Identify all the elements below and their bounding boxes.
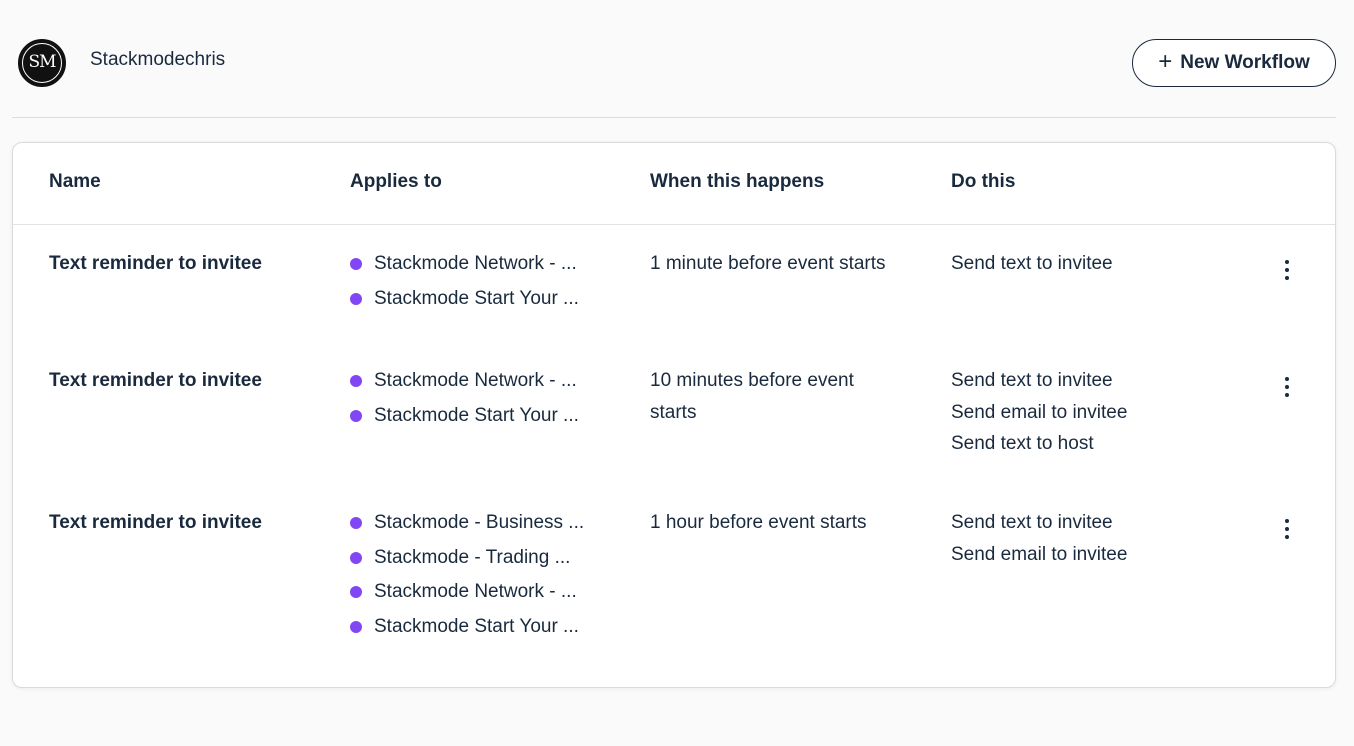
action-item: Send text to invitee	[951, 253, 1113, 274]
workflow-name[interactable]: Text reminder to invitee	[49, 507, 262, 539]
event-type-label: Stackmode Network - ...	[374, 370, 577, 391]
action-item: Send text to host	[951, 433, 1094, 454]
actions-list: Send text to invitee	[951, 248, 1211, 280]
action-item: Send email to invitee	[951, 401, 1128, 423]
applies-to-list: Stackmode Network - ... Stackmode Start …	[350, 365, 610, 434]
event-type-item: Stackmode - Trading ...	[350, 539, 610, 577]
trigger-description: 1 hour before event starts	[650, 512, 867, 533]
actions-list: Send text to invitee Send email to invit…	[951, 365, 1211, 460]
event-color-dot	[350, 258, 362, 270]
trigger-description: 1 minute before event starts	[650, 253, 886, 274]
workflow-name[interactable]: Text reminder to invitee	[49, 365, 262, 397]
event-type-label: Stackmode Start Your ...	[374, 287, 579, 309]
action-item: Send email to invitee	[951, 543, 1128, 565]
event-color-dot	[350, 292, 362, 305]
event-type-item: Stackmode Network - ...	[350, 362, 610, 400]
event-type-item: Stackmode - Business ...	[350, 504, 610, 542]
avatar[interactable]: SM	[18, 39, 66, 87]
event-type-item: Stackmode Start Your ...	[350, 280, 610, 318]
workflows-page: SM Stackmodechris + New Workflow Name Ap…	[0, 0, 1354, 746]
plus-icon: +	[1158, 48, 1173, 75]
trigger-description: 10 minutes before event starts	[650, 370, 854, 423]
event-type-label: Stackmode Network - ...	[374, 253, 577, 274]
more-options-icon[interactable]	[1277, 369, 1297, 405]
action-item: Send text to invitee	[951, 512, 1113, 533]
event-type-item: Stackmode Network - ...	[350, 573, 610, 611]
column-header-when: When this happens	[650, 171, 825, 192]
event-color-dot	[350, 409, 362, 422]
event-type-item: Stackmode Start Your ...	[350, 397, 610, 435]
event-color-dot	[350, 517, 362, 529]
page-header: SM Stackmodechris + New Workflow	[12, 0, 1336, 118]
event-type-label: Stackmode - Trading ...	[374, 546, 571, 568]
table-header: Name Applies to When this happens Do thi…	[13, 143, 1335, 225]
event-type-item: Stackmode Start Your ...	[350, 608, 610, 646]
actions-list: Send text to invitee Send email to invit…	[951, 507, 1211, 570]
applies-to-list: Stackmode Network - ... Stackmode Start …	[350, 248, 610, 317]
new-workflow-button[interactable]: + New Workflow	[1132, 39, 1336, 87]
event-type-label: Stackmode - Business ...	[374, 512, 585, 533]
event-type-label: Stackmode Start Your ...	[374, 404, 579, 426]
workflow-name[interactable]: Text reminder to invitee	[49, 248, 262, 280]
column-header-applies-to: Applies to	[350, 171, 442, 192]
account-name: Stackmodechris	[90, 49, 226, 70]
action-item: Send text to invitee	[951, 370, 1113, 391]
workflows-table: Name Applies to When this happens Do thi…	[12, 142, 1336, 688]
new-workflow-label: New Workflow	[1180, 52, 1310, 73]
column-header-name: Name	[49, 171, 101, 192]
more-options-icon[interactable]	[1277, 511, 1297, 547]
avatar-initials: SM	[22, 43, 62, 83]
event-color-dot	[350, 375, 362, 387]
applies-to-list: Stackmode - Business ... Stackmode - Tra…	[350, 507, 610, 645]
event-color-dot	[350, 620, 362, 633]
column-header-do-this: Do this	[951, 171, 1016, 192]
event-type-item: Stackmode Network - ...	[350, 245, 610, 283]
more-options-icon[interactable]	[1277, 252, 1297, 288]
event-type-label: Stackmode Network - ...	[374, 581, 577, 603]
event-type-label: Stackmode Start Your ...	[374, 615, 579, 637]
event-color-dot	[350, 586, 362, 599]
event-color-dot	[350, 551, 362, 564]
